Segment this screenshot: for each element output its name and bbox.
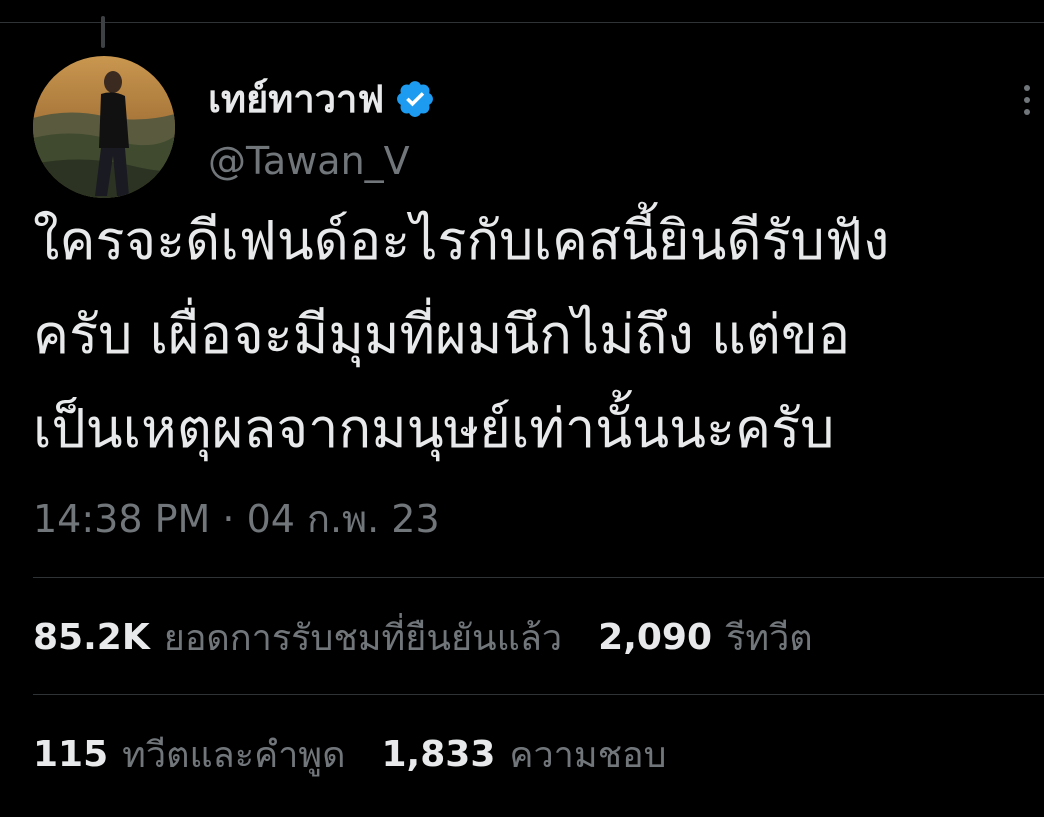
views-label: ยอดการรับชมที่ยืนยันแล้ว bbox=[163, 617, 563, 659]
avatar-photo bbox=[33, 56, 175, 198]
likes-count: 1,833 bbox=[381, 733, 496, 775]
tweet-text: ใครจะดีเฟนด์อะไรกับเคสนี้ยินดีรับฟัง ครั… bbox=[33, 194, 1041, 476]
timestamp-row[interactable]: 14:38 PM · 04 ก.พ. 23 bbox=[33, 492, 440, 546]
display-name[interactable]: เทย์ทาวาฟ bbox=[208, 74, 384, 124]
divider bbox=[33, 577, 1044, 578]
retweets-count: 2,090 bbox=[598, 616, 713, 658]
retweets-label: รีทวีต bbox=[726, 617, 813, 659]
tweet-time[interactable]: 14:38 PM bbox=[33, 497, 210, 541]
tweet-date[interactable]: 04 ก.พ. 23 bbox=[247, 497, 440, 541]
handle[interactable]: @Tawan_V bbox=[208, 136, 410, 186]
views-stat[interactable]: 85.2K ยอดการรับชมที่ยืนยันแล้ว bbox=[33, 609, 562, 666]
divider bbox=[33, 694, 1044, 695]
views-count: 85.2K bbox=[33, 616, 150, 658]
display-name-row[interactable]: เทย์ทาวาฟ bbox=[208, 74, 436, 124]
thread-connector-line bbox=[101, 16, 105, 48]
more-options-button[interactable] bbox=[1012, 80, 1042, 120]
avatar[interactable] bbox=[33, 56, 175, 198]
likes-stat[interactable]: 1,833 ความชอบ bbox=[382, 726, 667, 783]
verified-badge-icon bbox=[394, 78, 436, 120]
timestamp-separator: · bbox=[222, 497, 235, 541]
stats-row-views-retweets: 85.2K ยอดการรับชมที่ยืนยันแล้ว 2,090 รีท… bbox=[33, 607, 813, 667]
quotes-stat[interactable]: 115 ทวีตและคำพูด bbox=[33, 726, 346, 783]
tweet-text-line: ใครจะดีเฟนด์อะไรกับเคสนี้ยินดีรับฟัง bbox=[33, 209, 890, 272]
tweet-text-line: ครับ เผื่อจะมีมุมที่ผมนึกไม่ถึง แต่ขอ bbox=[33, 303, 851, 366]
stats-row-quotes-likes: 115 ทวีตและคำพูด 1,833 ความชอบ bbox=[33, 724, 667, 784]
top-divider bbox=[0, 22, 1044, 23]
retweets-stat[interactable]: 2,090 รีทวีต bbox=[598, 609, 813, 666]
tweet-text-line: เป็นเหตุผลจากมนุษย์เท่านั้นนะครับ bbox=[33, 397, 835, 460]
more-options-icon bbox=[1024, 85, 1030, 115]
likes-label: ความชอบ bbox=[509, 734, 667, 776]
quotes-count: 115 bbox=[33, 733, 109, 775]
quotes-label: ทวีตและคำพูด bbox=[122, 734, 346, 776]
